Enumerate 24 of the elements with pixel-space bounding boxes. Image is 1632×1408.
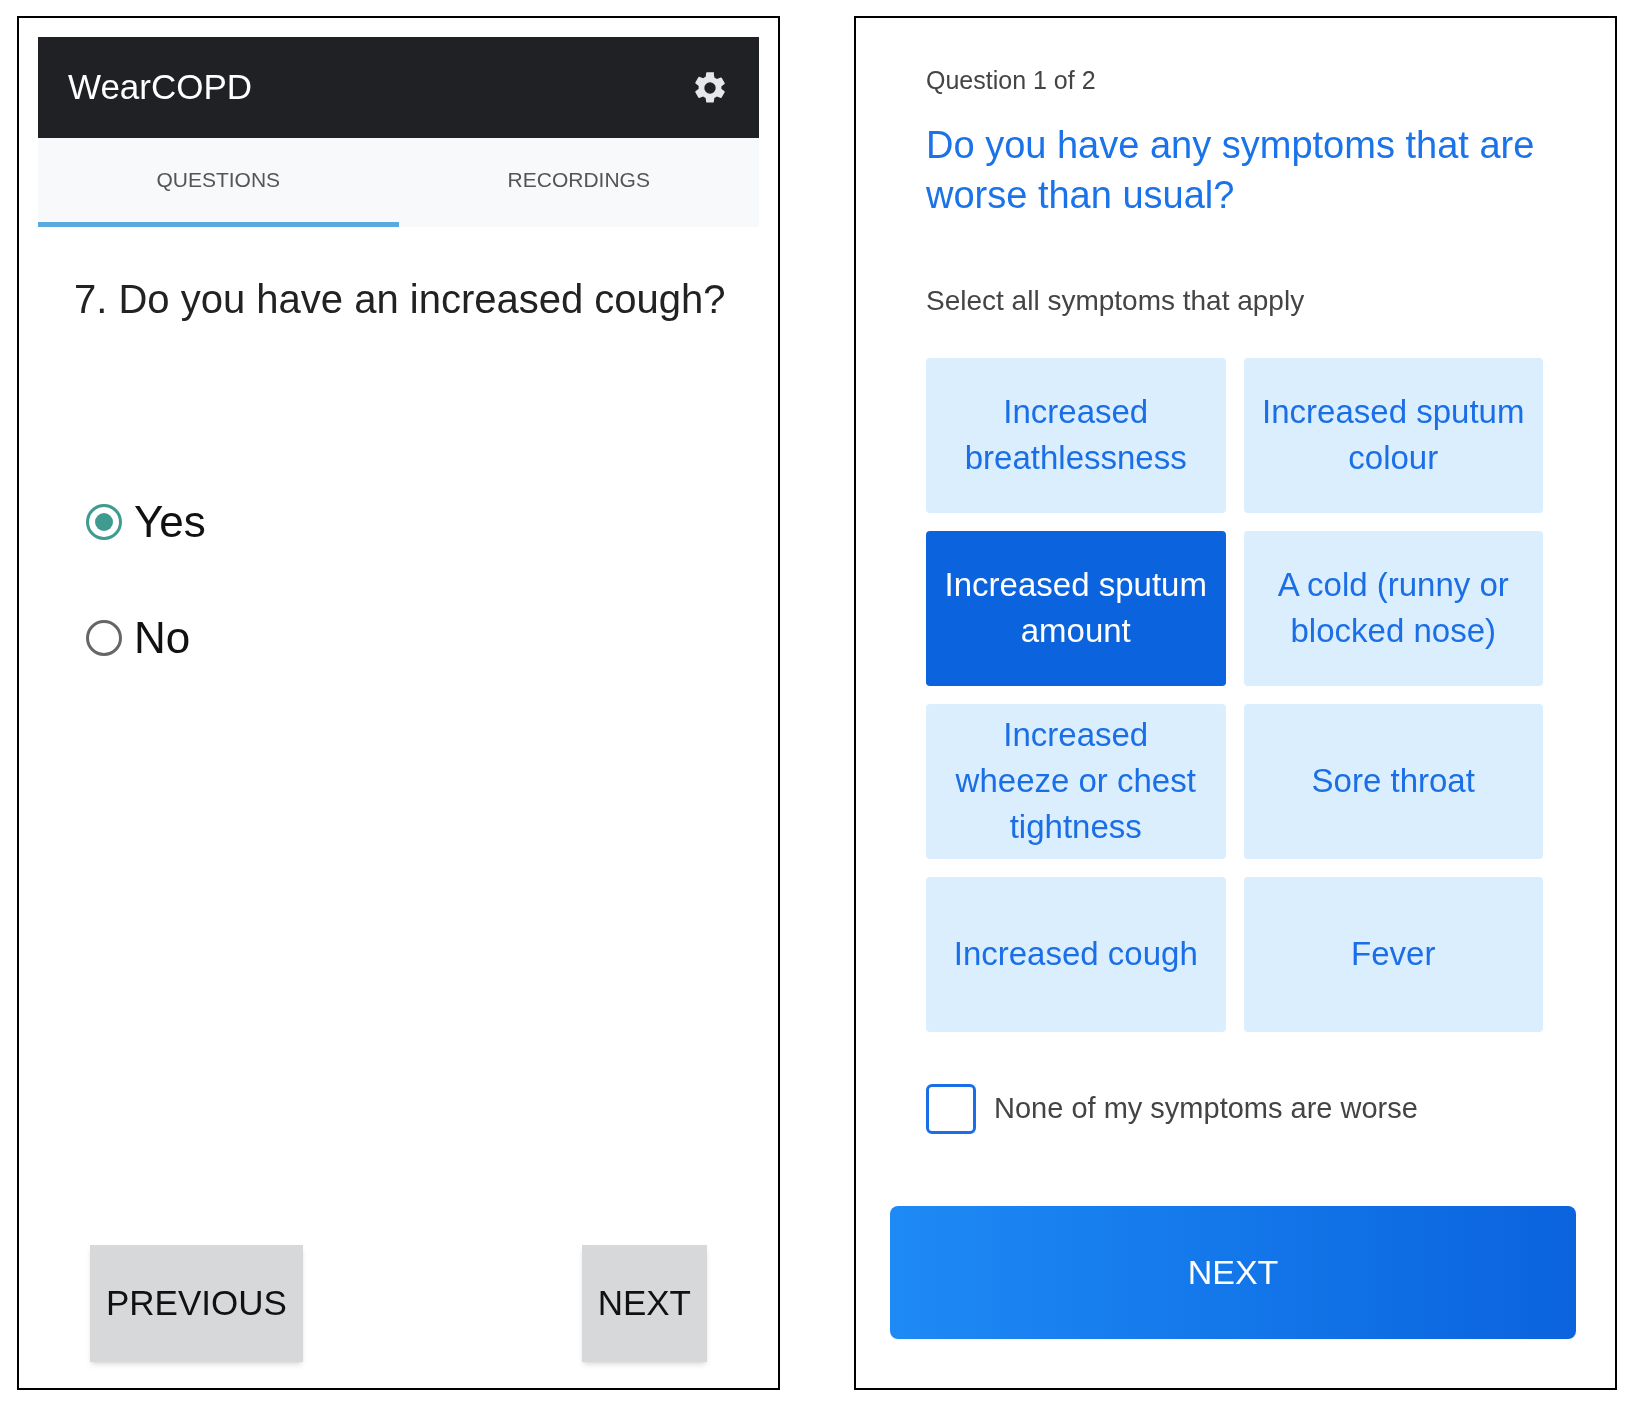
nav-button[interactable]: PREVIOUS [90, 1245, 303, 1362]
checkbox-label: None of my symptoms are worse [994, 1090, 1418, 1126]
tab[interactable]: QUESTIONS [38, 138, 399, 227]
checkbox[interactable] [926, 1083, 976, 1134]
nav-button[interactable]: NEXT [581, 1245, 707, 1362]
symptom-tile[interactable]: Increased cough [926, 876, 1226, 1032]
question-title: Do you have any symptoms that are worse than usual? [926, 122, 1536, 218]
progress-label: Question 1 of 2 [926, 65, 1097, 96]
symptom-tile[interactable]: Sore throat [1243, 703, 1543, 859]
radio-icon[interactable] [86, 504, 122, 540]
radio-icon[interactable] [86, 620, 122, 656]
radio-option[interactable]: No [86, 605, 191, 671]
symptom-tile[interactable]: Increased sputum amount [926, 530, 1226, 686]
next-button[interactable]: NEXT [890, 1205, 1576, 1339]
question-text: 7. Do you have an increased cough? [74, 276, 727, 323]
instruction-text: Select all symptoms that apply [926, 283, 1306, 318]
symptom-tile[interactable]: Fever [1243, 876, 1543, 1032]
radio-option[interactable]: Yes [86, 489, 206, 555]
tab[interactable]: RECORDINGS [398, 138, 759, 227]
symptom-tile[interactable]: Increased breathlessness [926, 357, 1226, 513]
symptom-tile[interactable]: Increased wheeze or chest tightness [926, 703, 1226, 859]
symptom-tile[interactable]: A cold (runny or blocked nose) [1243, 530, 1543, 686]
symptom-tile[interactable]: Increased sputum colour [1243, 357, 1543, 513]
app-title: WearCOPD [68, 66, 253, 109]
